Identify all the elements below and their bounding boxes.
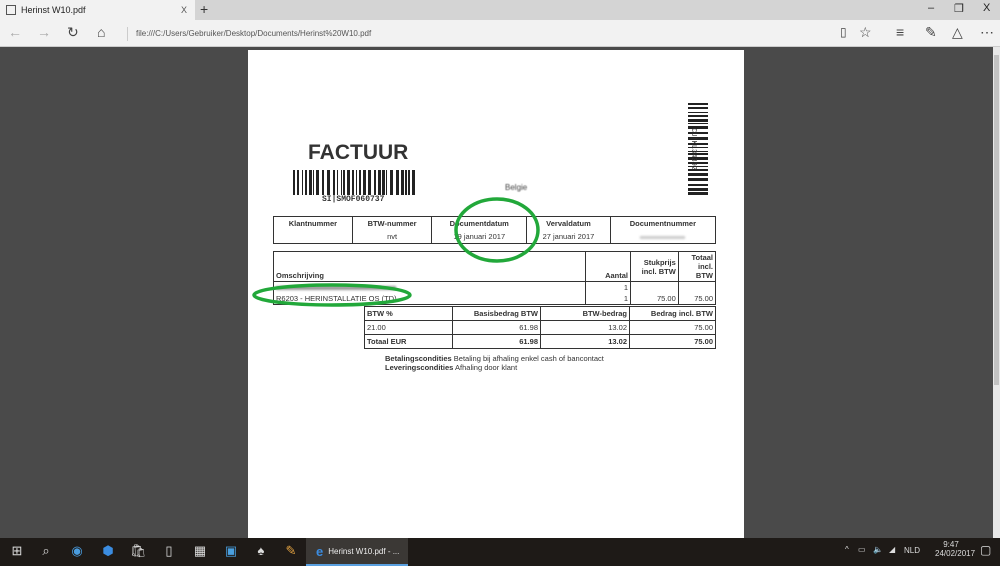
vat-base: 61.98 (452, 320, 541, 335)
total-vat: 13.02 (540, 334, 630, 349)
share-icon[interactable]: △ (952, 24, 963, 41)
address-bar[interactable]: file:///C:/Users/Gebruiker/Desktop/Docum… (127, 27, 371, 41)
search-icon[interactable]: ⌕ (38, 543, 54, 559)
taskbar-edge-app[interactable]: e Herinst W10.pdf - ... (306, 538, 408, 566)
total-row: Totaal EUR 61.98 13.02 75.00 (364, 334, 716, 349)
total-label: Totaal EUR (364, 334, 453, 349)
invoice-title: FACTUUR (308, 141, 409, 164)
calculator-icon[interactable]: ▦ (192, 543, 208, 559)
minimize-button[interactable]: – (928, 2, 934, 14)
vertical-barcode-text: CU|KL34392 (689, 127, 698, 171)
notifications-icon[interactable]: ▢ (980, 543, 991, 557)
item-qty: 1 (585, 293, 631, 305)
image-app-icon[interactable]: ▣ (223, 543, 239, 559)
battery-icon[interactable]: ▭ (858, 545, 866, 554)
browser-app-icon[interactable]: ◉ (69, 543, 85, 559)
wifi-icon[interactable]: ◢ (889, 545, 895, 554)
annotations (252, 197, 540, 307)
item-total: 75.00 (677, 293, 717, 305)
item-price (630, 281, 679, 293)
item-total (677, 281, 717, 293)
refresh-icon[interactable]: ↻ (67, 24, 79, 41)
conditions: Betalingscondities Betaling bij afhaling… (385, 354, 604, 372)
payment-conditions-label: Betalingscondities (385, 354, 452, 363)
taskbar-app-label: Herinst W10.pdf - ... (328, 546, 400, 556)
security-app-icon[interactable]: ⬢ (100, 543, 116, 559)
vat-amount: 13.02 (540, 320, 630, 335)
solitaire-icon[interactable]: ♠ (253, 543, 269, 559)
total-base: 61.98 (452, 334, 541, 349)
bedrag-incl-header: Bedrag incl. BTW (629, 306, 716, 321)
payment-conditions-value: Betaling bij afhaling enkel cash of banc… (453, 354, 604, 363)
close-button[interactable]: X (983, 2, 990, 14)
forward-icon[interactable]: → (37, 24, 51, 40)
annotation-circle-item (252, 283, 412, 307)
tab-title: Herinst W10.pdf (21, 5, 86, 15)
reading-view-icon[interactable]: ▯ (840, 25, 847, 39)
delivery-conditions-value: Afhaling door klant (455, 363, 518, 372)
tab-herinst[interactable]: Herinst W10.pdf X (0, 0, 195, 20)
back-icon[interactable]: ← (8, 24, 22, 40)
clock-date: 24/02/2017 (935, 549, 976, 558)
tab-close-button[interactable]: X (181, 5, 187, 15)
tray-chevron-icon[interactable]: ^ (845, 545, 849, 554)
paint-icon[interactable]: ✎ (283, 543, 299, 559)
documentnummer-label: Documentnummer (609, 216, 717, 230)
item-price: 75.00 (630, 293, 679, 305)
store-icon[interactable]: 🛍 (130, 543, 147, 559)
clock[interactable]: 9:47 24/02/2017 (935, 540, 976, 558)
restore-button[interactable]: ❐ (954, 2, 964, 15)
home-icon[interactable]: ⌂ (97, 24, 105, 40)
hub-icon[interactable]: ≡ (896, 24, 904, 40)
stukprijs-header: Stukprijs incl. BTW (630, 251, 679, 282)
app-icon[interactable]: ▯ (161, 543, 177, 559)
aantal-header: Aantal (585, 251, 631, 282)
item-qty: 1 (585, 281, 631, 293)
annotation-circle-date (454, 197, 540, 263)
taskbar (0, 538, 1000, 566)
new-tab-button[interactable]: + (200, 1, 208, 17)
web-note-icon[interactable]: ✎ (925, 24, 937, 41)
start-icon[interactable]: ⊞ (9, 543, 25, 559)
language-indicator[interactable]: NLD (904, 546, 920, 555)
scrollbar-thumb[interactable] (994, 55, 999, 385)
more-icon[interactable]: ⋯ (980, 24, 994, 41)
pdf-icon (6, 5, 16, 15)
vat-incl: 75.00 (629, 320, 716, 335)
favorite-star-icon[interactable]: ☆ (859, 24, 872, 41)
volume-icon[interactable]: 🔈 (873, 545, 883, 554)
btw-bedrag-header: BTW-bedrag (540, 306, 630, 321)
edge-icon: e (316, 543, 324, 559)
total-incl: 75.00 (629, 334, 716, 349)
totaal-header: Totaal incl. BTW (677, 251, 717, 282)
clock-time: 9:47 (943, 540, 959, 549)
delivery-conditions-label: Leveringscondities (385, 363, 454, 372)
vat-rate: 21.00 (364, 320, 453, 335)
table-row: 21.00 61.98 13.02 75.00 (364, 320, 716, 335)
documentnummer-value-redacted (609, 230, 717, 244)
